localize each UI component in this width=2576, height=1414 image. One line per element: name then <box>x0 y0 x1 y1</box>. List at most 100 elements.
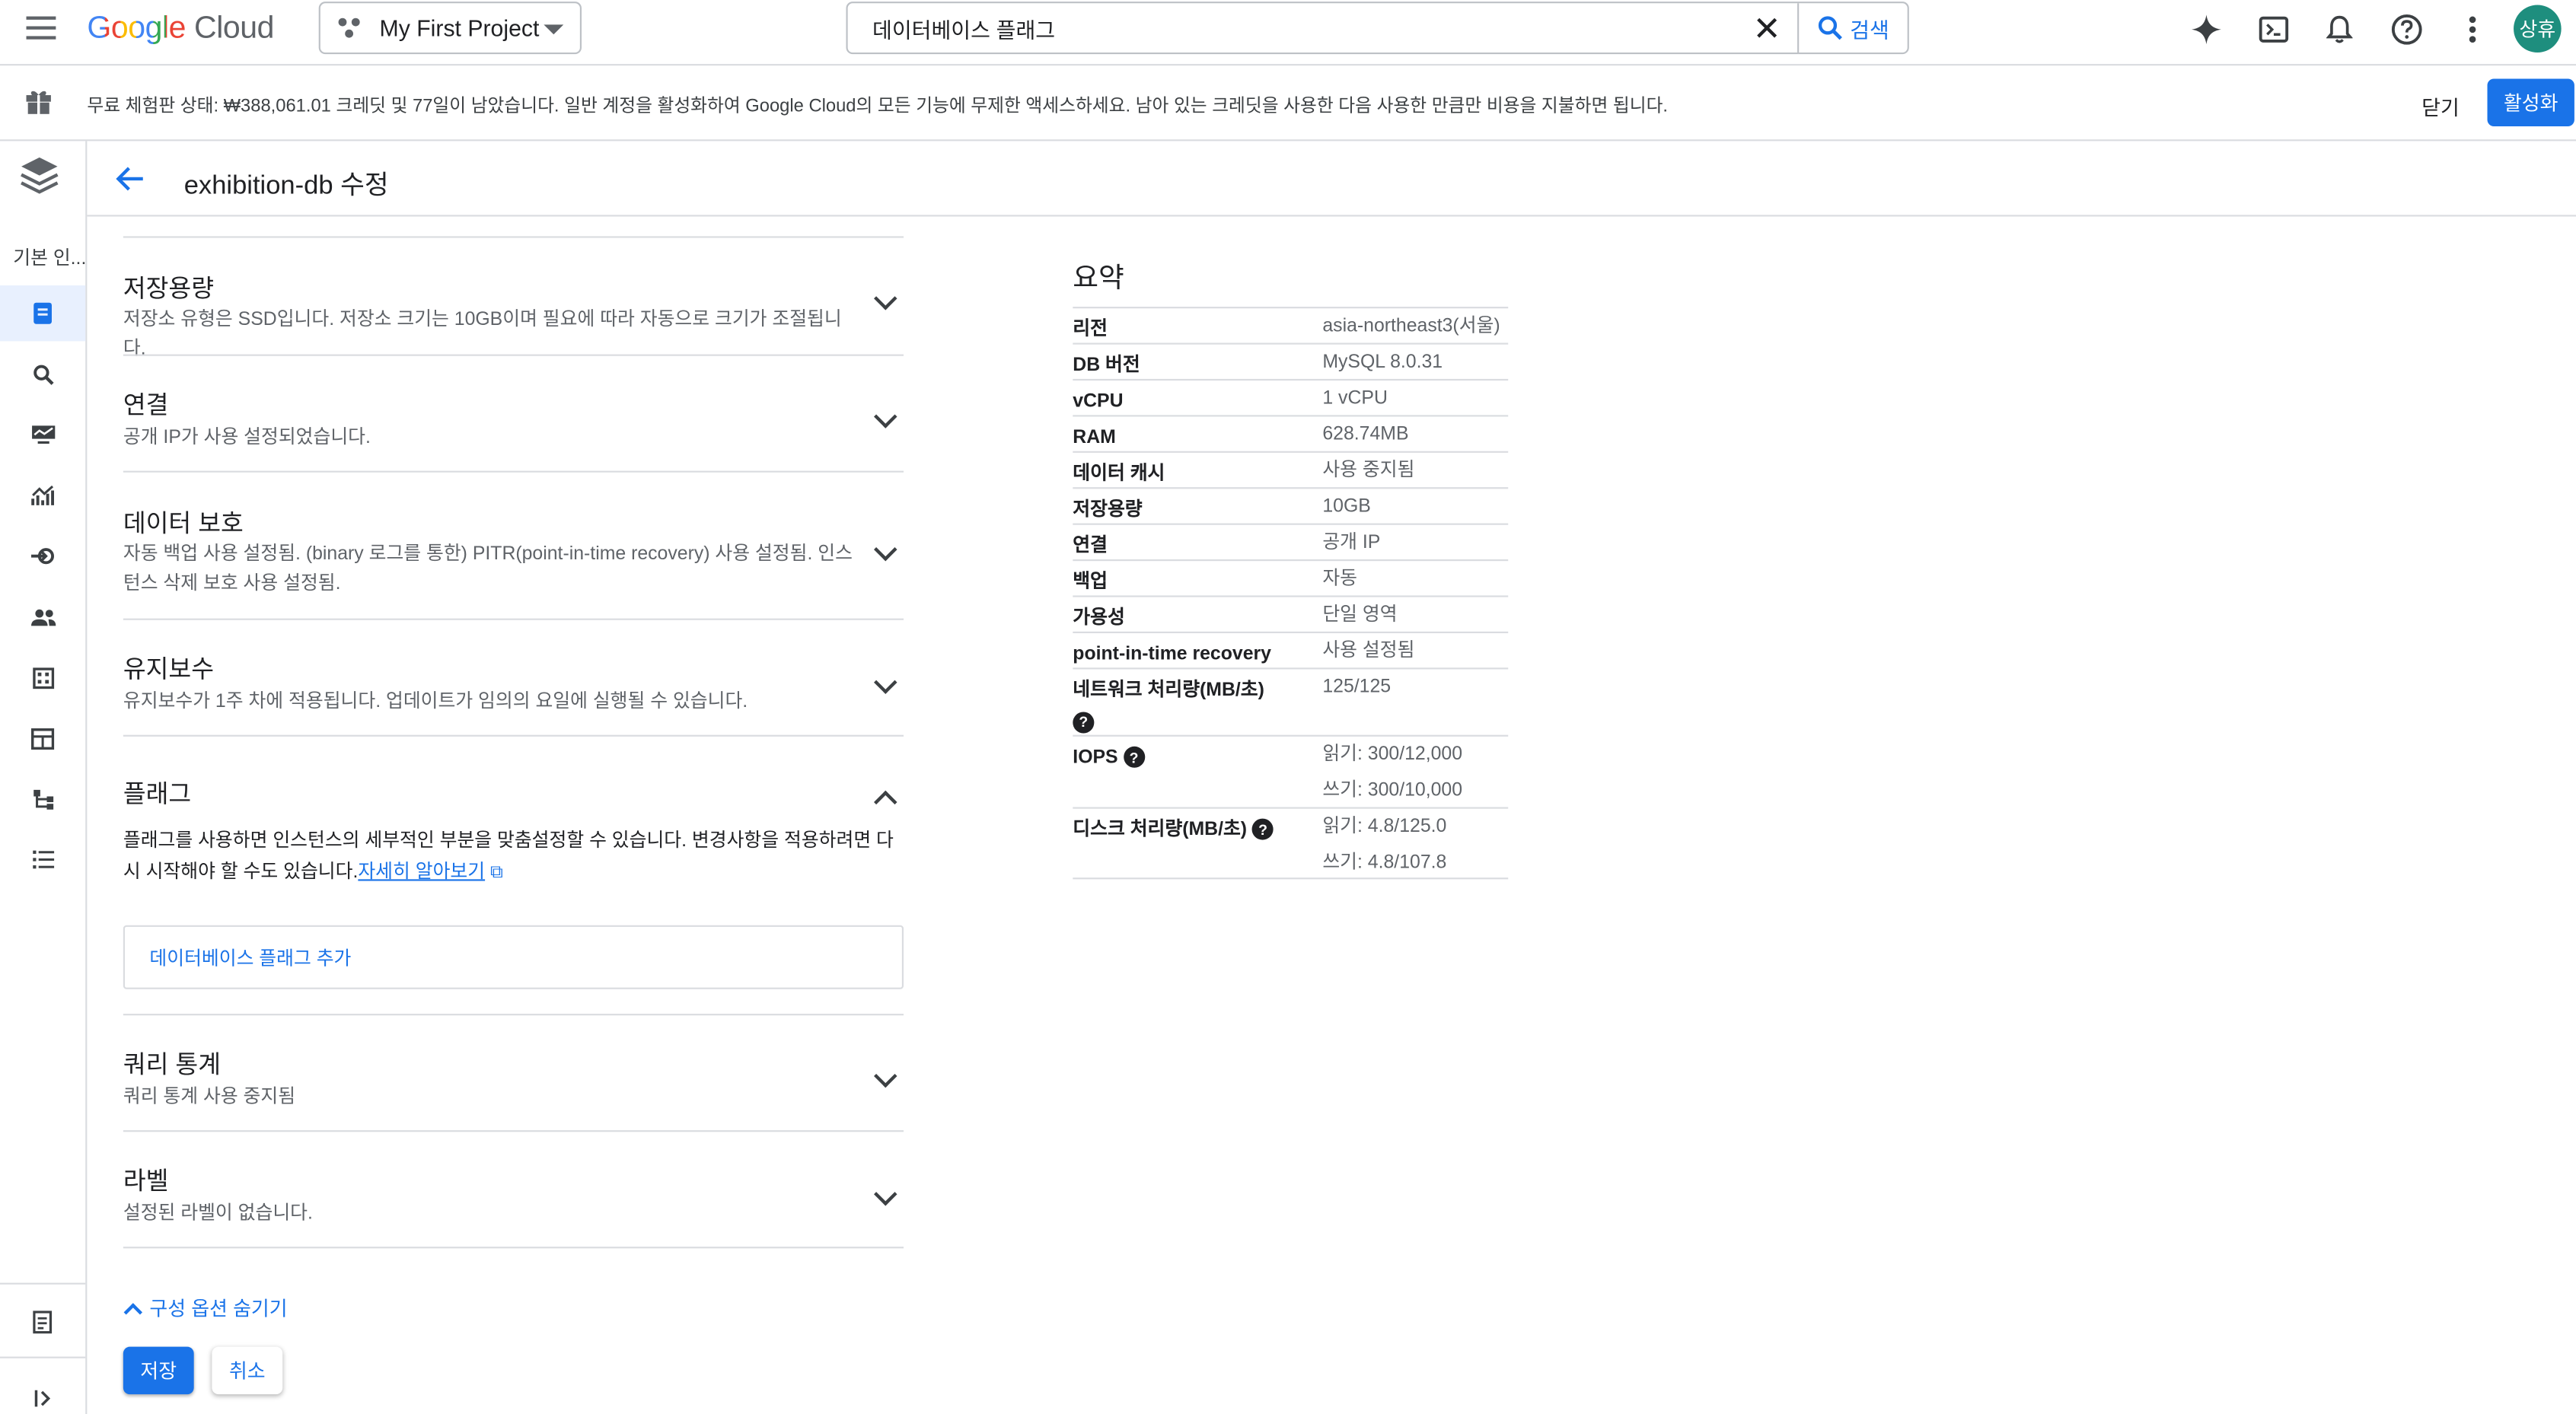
summary-key: 데이터 캐시 <box>1073 464 1165 484</box>
backup-icon <box>31 727 55 749</box>
summary-key: vCPU <box>1073 392 1124 412</box>
hide-config-options-button[interactable]: 구성 옵션 숨기기 <box>123 1295 288 1323</box>
section-title: 저장용량 <box>123 275 215 304</box>
summary-key: IOPS <box>1073 747 1118 768</box>
help-icon[interactable]: ? <box>1251 819 1274 841</box>
section-desc: 공개 IP가 사용 설정되었습니다. <box>123 428 371 448</box>
banner-close-button[interactable]: 닫기 <box>2421 91 2460 122</box>
expand-panel-icon <box>33 1389 50 1406</box>
chevron-down-icon[interactable] <box>874 1064 897 1088</box>
help-icon[interactable]: ? <box>1123 747 1145 769</box>
chevron-up-icon[interactable] <box>874 790 897 814</box>
section-desc: 설정된 라벨이 없습니다. <box>123 1204 313 1225</box>
rail-item-connections[interactable] <box>0 528 85 584</box>
back-arrow-icon[interactable] <box>115 164 145 194</box>
section-title: 데이터 보호 <box>123 510 244 539</box>
help-icon[interactable]: ? <box>1073 712 1095 734</box>
avatar[interactable]: 상휴 <box>2514 5 2562 53</box>
page-title: exhibition-db 수정 <box>183 172 389 200</box>
section-query-insights[interactable]: 쿼리 통계 쿼리 통계 사용 중지됨 <box>123 1014 904 1130</box>
gift-icon <box>26 91 51 115</box>
section-connections[interactable]: 연결 공개 IP가 사용 설정되었습니다. <box>123 354 904 471</box>
chevron-down-icon[interactable] <box>874 670 897 694</box>
rail-item-overview[interactable] <box>0 285 86 342</box>
logo-cloud: Cloud <box>194 11 275 46</box>
rail-label: 기본 인... <box>13 249 87 269</box>
summary-row: DB 버전 MySQL 8.0.31 <box>1073 342 1509 378</box>
rail-expand-button[interactable] <box>0 1370 85 1414</box>
rail-item-users[interactable] <box>0 589 85 645</box>
section-data-protection[interactable]: 데이터 보호 자동 백업 사용 설정됨. (binary 로그를 통한) PIT… <box>123 470 904 619</box>
summary-row: vCPU 1 vCPU <box>1073 378 1509 415</box>
logo-google: Google <box>87 11 187 46</box>
summary-row: 네트워크 처리량(MB/초)? 125/125 <box>1073 667 1509 734</box>
rail-item-backups[interactable] <box>0 710 85 766</box>
chevron-down-icon[interactable] <box>874 537 897 562</box>
summary-key: 디스크 처리량(MB/초) <box>1073 820 1248 840</box>
summary-title: 요약 <box>1073 262 1124 294</box>
summary-value: 125/125 <box>1322 677 1392 698</box>
activate-button[interactable]: 활성화 <box>2487 78 2574 126</box>
menu-icon[interactable] <box>26 16 56 40</box>
section-divider-bottom <box>123 1247 904 1249</box>
rail-item-replicas[interactable] <box>0 771 85 826</box>
chevron-down-icon[interactable] <box>874 287 897 311</box>
summary-row: 리전 asia-northeast3(서울) <box>1073 307 1509 342</box>
section-title: 쿼리 통계 <box>123 1051 222 1080</box>
search-input[interactable]: 데이터베이스 플래그 <box>848 12 1739 43</box>
sql-stack-icon[interactable] <box>18 154 61 197</box>
chevron-down-icon <box>544 24 564 35</box>
section-desc: 자동 백업 사용 설정됨. (binary 로그를 통한) PITR(point… <box>123 544 853 594</box>
summary-value: 단일 영역 <box>1322 605 1398 626</box>
section-title: 유지보수 <box>123 656 215 684</box>
learn-more-link[interactable]: 자세히 알아보기 <box>358 863 485 883</box>
section-maintenance[interactable]: 유지보수 유지보수가 1주 차에 적용됩니다. 업데이트가 임의의 요일에 실행… <box>123 618 904 735</box>
close-icon[interactable] <box>1738 3 1797 53</box>
rail-item-search[interactable] <box>0 346 85 402</box>
banner-message: 무료 체험판 상태: ₩388,061.01 크레딧 및 77일이 남았습니다.… <box>87 97 1669 117</box>
help-icon[interactable] <box>2389 11 2425 47</box>
summary-key: point-in-time recovery <box>1073 645 1271 664</box>
connection-icon <box>30 548 53 565</box>
summary-row: 디스크 처리량(MB/초) ? 읽기: 4.8/125.0 쓰기: 4.8/10… <box>1073 807 1509 880</box>
summary-row: point-in-time recovery 사용 설정됨 <box>1073 631 1509 667</box>
chevron-down-icon[interactable] <box>874 1182 897 1206</box>
section-title[interactable]: 플래그 <box>123 776 191 811</box>
notes-icon <box>32 1310 52 1334</box>
rail-item-operations[interactable] <box>0 832 85 887</box>
rail-item-monitor[interactable] <box>0 407 85 463</box>
summary-value: asia-northeast3(서울) <box>1322 317 1500 336</box>
gemini-sparkle-icon[interactable] <box>2189 11 2224 47</box>
more-vert-icon[interactable] <box>2454 11 2490 47</box>
section-labels[interactable]: 라벨 설정된 라벨이 없습니다. <box>123 1130 904 1248</box>
flags-desc-text: 플래그를 사용하면 인스턴스의 세부적인 부분을 맞춤설정할 수 있습니다. 변… <box>123 831 894 883</box>
search-bar[interactable]: 데이터베이스 플래그 검색 <box>846 2 1909 55</box>
cloud-shell-icon[interactable] <box>2256 11 2291 47</box>
project-selector[interactable]: My First Project <box>318 2 582 55</box>
save-button[interactable]: 저장 <box>123 1346 194 1395</box>
summary-key: 리전 <box>1073 320 1108 340</box>
rail-item-insights[interactable] <box>0 467 85 523</box>
summary-value: 읽기: 4.8/125.0 <box>1322 817 1447 837</box>
google-cloud-logo[interactable]: Google Cloud <box>87 11 274 47</box>
notifications-bell-icon[interactable] <box>2322 11 2358 47</box>
external-link-icon: ⧉ <box>490 862 503 883</box>
summary-panel: 요약 리전 asia-northeast3(서울) DB 버전 MySQL 8.0.… <box>1073 254 1509 880</box>
summary-value: 10GB <box>1322 497 1371 517</box>
summary-row: 연결 공개 IP <box>1073 523 1509 559</box>
search-button[interactable]: 검색 <box>1797 3 1908 53</box>
replica-tree-icon <box>33 788 53 809</box>
rail-item-release-notes[interactable] <box>0 1295 85 1350</box>
summary-row: 저장용량 10GB <box>1073 487 1509 523</box>
summary-key-wrap: 디스크 처리량(MB/초) ? <box>1073 815 1302 845</box>
flags-description: 플래그를 사용하면 인스턴스의 세부적인 부분을 맞춤설정할 수 있습니다. 변… <box>123 826 904 889</box>
rail-divider-2 <box>0 1356 86 1358</box>
search-button-label: 검색 <box>1850 17 1889 42</box>
summary-key: 연결 <box>1073 536 1108 556</box>
free-trial-banner: 무료 체험판 상태: ₩388,061.01 크레딧 및 77일이 남았습니다.… <box>0 65 2576 142</box>
add-database-flag-button[interactable]: 데이터베이스 플래그 추가 <box>123 925 904 989</box>
section-storage[interactable]: 저장용량 저장소 유형은 SSD입니다. 저장소 크기는 10GB이며 필요에 … <box>123 236 904 359</box>
cancel-button[interactable]: 취소 <box>212 1346 283 1395</box>
rail-item-databases[interactable] <box>0 650 85 705</box>
chevron-down-icon[interactable] <box>874 405 897 428</box>
